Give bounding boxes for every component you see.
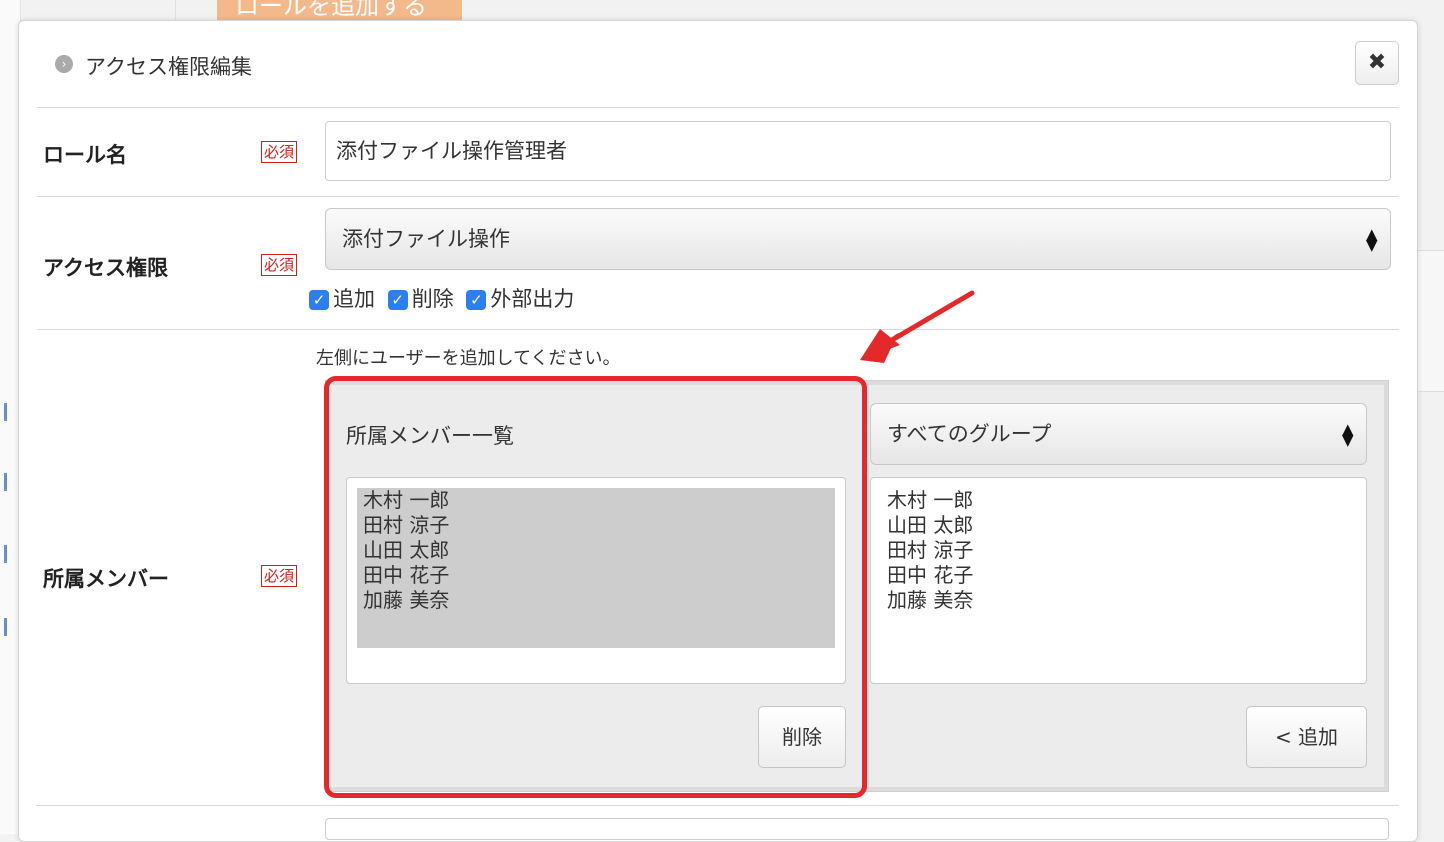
checkbox-add-label: 追加 <box>333 287 375 311</box>
annotation-highlight-box <box>324 376 867 798</box>
list-item[interactable]: 山田 太郎 <box>883 513 973 538</box>
next-field-input[interactable] <box>325 818 1389 840</box>
select-arrows-icon: ▲ ▼ <box>1366 225 1378 254</box>
close-button[interactable]: ✖ <box>1355 41 1399 85</box>
add-role-button-label: ロールを追加する <box>235 0 427 20</box>
checkbox-delete[interactable]: ✓ 削除 <box>387 287 454 311</box>
required-badge: 必須 <box>261 565 298 587</box>
checkmark-icon: ✓ <box>309 290 329 310</box>
background-divider <box>175 0 176 22</box>
role-name-input[interactable]: 添付ファイル操作管理者 <box>325 121 1391 181</box>
row-divider <box>36 805 1398 806</box>
members-label: 所属メンバー <box>43 567 169 591</box>
background-marker <box>4 545 7 563</box>
dialog-header: › アクセス権限編集 ✖ <box>37 21 1399 108</box>
access-select-value: 添付ファイル操作 <box>342 227 510 251</box>
checkbox-delete-label: 削除 <box>411 287 454 311</box>
chevron-right-circle-icon: › <box>55 55 73 73</box>
background-marker <box>4 618 7 636</box>
available-users-list[interactable]: 木村 一郎 山田 太郎 田村 涼子 田中 花子 加藤 美奈 <box>870 477 1367 684</box>
close-icon: ✖ <box>1367 50 1387 75</box>
access-row: アクセス権限 必須 添付ファイル操作 ▲ ▼ <box>37 196 1399 330</box>
list-item[interactable]: 田村 涼子 <box>883 538 973 563</box>
checkbox-add[interactable]: ✓ 追加 <box>309 287 375 311</box>
list-item[interactable]: 田中 花子 <box>883 563 973 588</box>
members-note: 左側にユーザーを追加してください。 <box>316 348 621 369</box>
checkbox-export[interactable]: ✓ 外部出力 <box>466 287 574 311</box>
select-arrows-icon: ▲ ▼ <box>1342 420 1354 449</box>
group-select-value: すべてのグループ <box>887 422 1052 446</box>
list-item[interactable]: 木村 一郎 <box>883 488 973 513</box>
background-marker <box>4 403 7 421</box>
role-name-row: ロール名 必須 添付ファイル操作管理者 <box>37 107 1399 197</box>
annotation-arrow-icon <box>860 290 975 363</box>
access-checkboxes: ✓ 追加 ✓ 削除 ✓ 外部出力 <box>309 283 580 313</box>
list-item[interactable]: 加藤 美奈 <box>883 588 973 613</box>
required-badge: 必須 <box>261 141 298 163</box>
required-badge: 必須 <box>261 254 298 276</box>
group-select[interactable]: すべてのグループ ▲ ▼ <box>870 403 1367 465</box>
checkbox-export-label: 外部出力 <box>490 287 575 311</box>
checkmark-icon: ✓ <box>466 290 487 310</box>
checkmark-icon: ✓ <box>387 290 408 310</box>
access-select[interactable]: 添付ファイル操作 ▲ ▼ <box>325 208 1391 270</box>
role-name-label: ロール名 <box>43 143 127 167</box>
dialog-title: アクセス権限編集 <box>85 55 252 79</box>
available-users-options: 木村 一郎 山田 太郎 田村 涼子 田中 花子 加藤 美奈 <box>883 488 973 613</box>
background-right-panel <box>1414 250 1444 392</box>
add-member-button[interactable]: < 追加 <box>1246 706 1367 768</box>
add-role-button[interactable]: ロールを追加する <box>217 0 462 22</box>
access-label: アクセス権限 <box>43 256 168 280</box>
background-marker <box>4 473 7 491</box>
